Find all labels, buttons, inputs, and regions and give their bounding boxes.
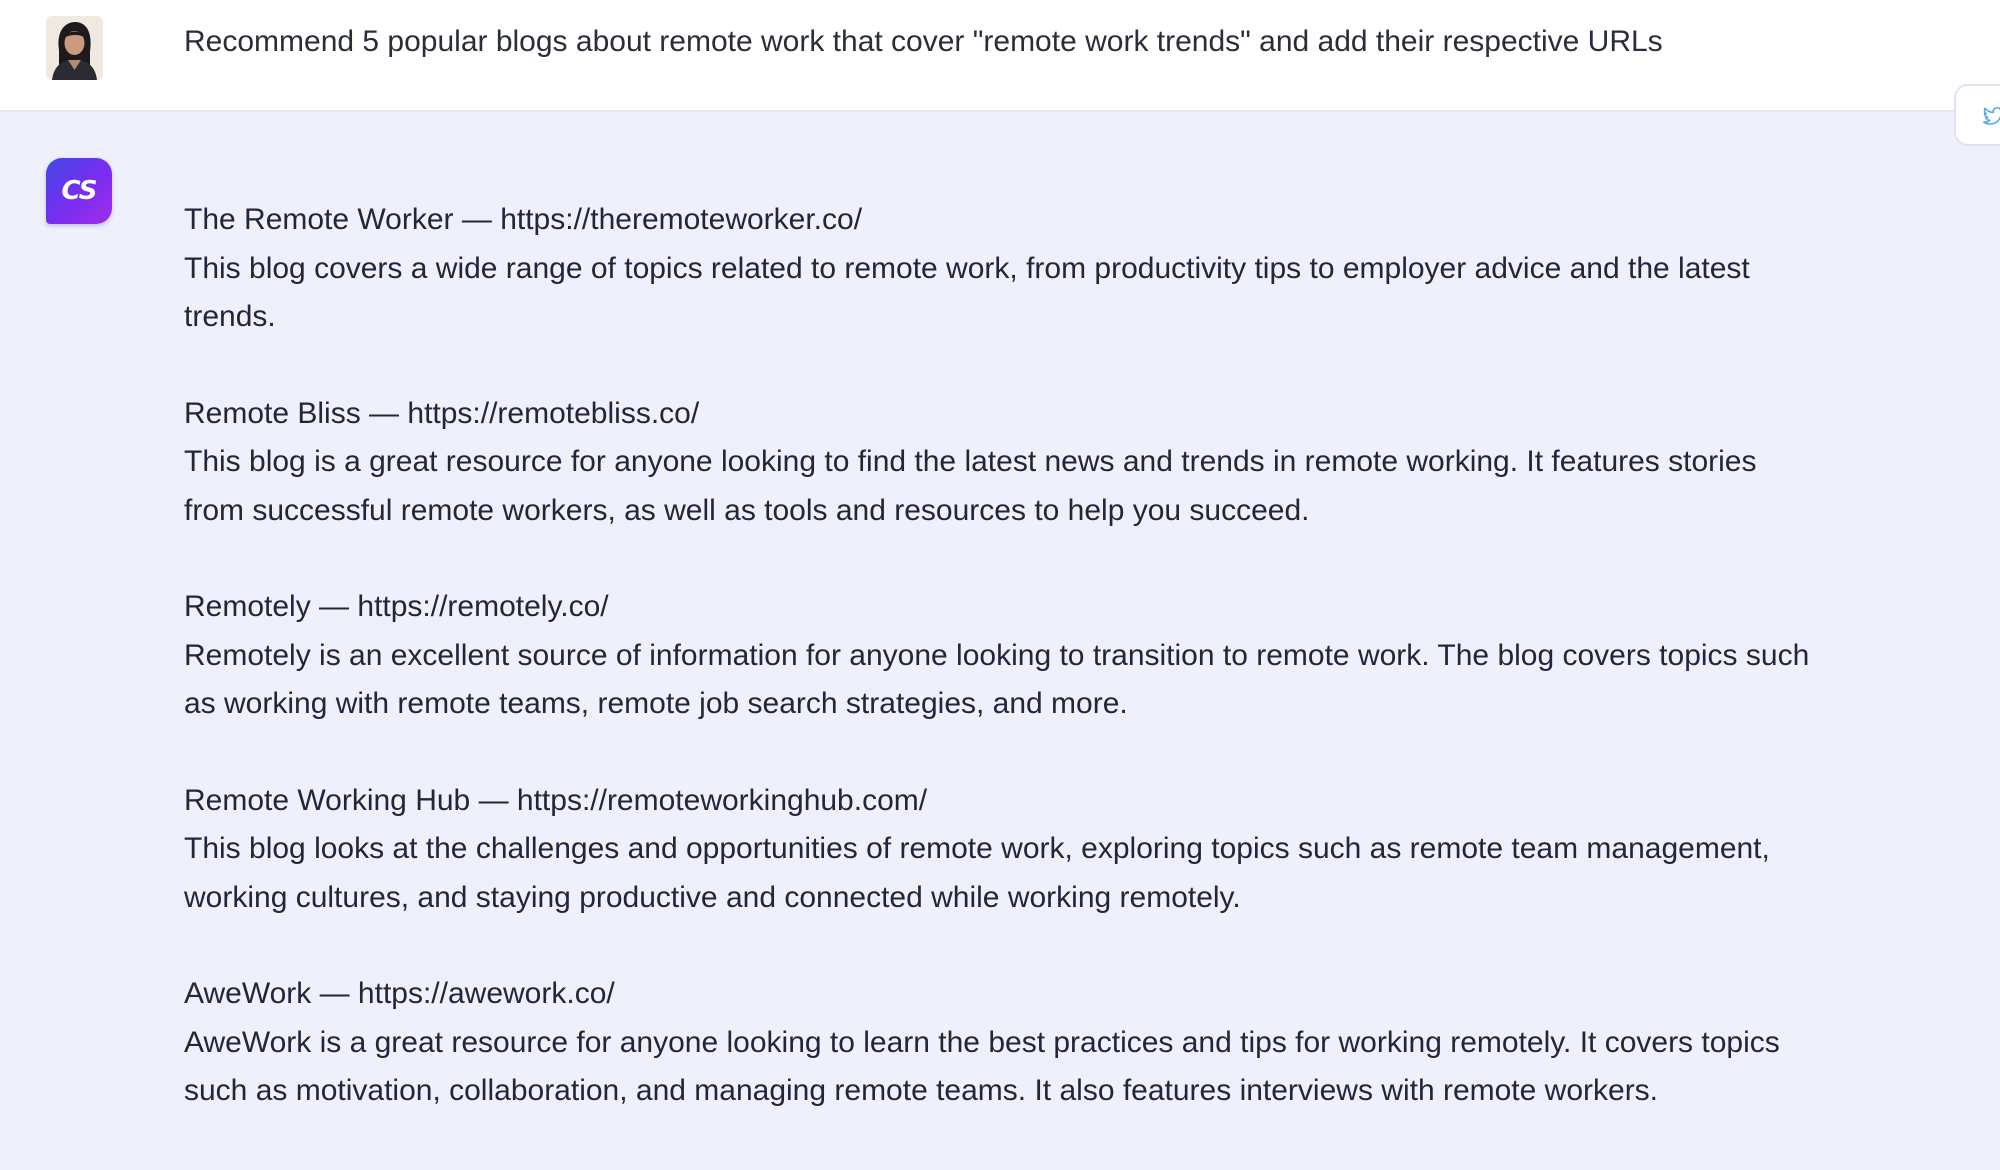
assistant-logo-icon: CS (46, 158, 112, 224)
blog-entry: The Remote Worker — https://theremotewor… (184, 196, 1824, 342)
blog-description: This blog is a great resource for anyone… (184, 445, 1757, 527)
blog-entry: Remote Working Hub — https://remoteworki… (184, 777, 1824, 923)
blog-entry: AweWork — https://awework.co/ AweWork is… (184, 970, 1824, 1116)
blog-title-url: Remote Bliss — https://remotebliss.co/ (184, 396, 700, 430)
blog-title-url: Remotely — https://remotely.co/ (184, 590, 609, 623)
assistant-message-row: CS The Remote Worker — https://theremote… (0, 112, 2000, 1170)
assistant-answer: The Remote Worker — https://theremotewor… (184, 196, 1824, 1164)
user-message-row: Recommend 5 popular blogs about remote w… (0, 0, 2000, 146)
blog-entry: Remotely — https://remotely.co/ Remotely… (184, 583, 1824, 729)
blog-description: AweWork is a great resource for anyone l… (184, 1025, 1780, 1108)
blog-description: This blog covers a wide range of topics … (184, 251, 1750, 334)
user-avatar (46, 16, 103, 80)
user-avatar-photo-icon (46, 16, 103, 80)
blog-description: This blog looks at the challenges and op… (184, 832, 1770, 914)
blog-entry: Remote Bliss — https://remotebliss.co/ T… (184, 390, 1824, 536)
chat-page: Recommend 5 popular blogs about remote w… (0, 0, 2000, 1170)
blog-title-url: The Remote Worker — https://theremotewor… (184, 203, 863, 236)
blog-title-url: AweWork — https://awework.co/ (184, 977, 615, 1010)
blog-description: Remotely is an excellent source of infor… (184, 638, 1810, 721)
blog-title-url: Remote Working Hub — https://remoteworki… (184, 783, 928, 817)
user-message-text: Recommend 5 popular blogs about remote w… (184, 25, 1663, 58)
